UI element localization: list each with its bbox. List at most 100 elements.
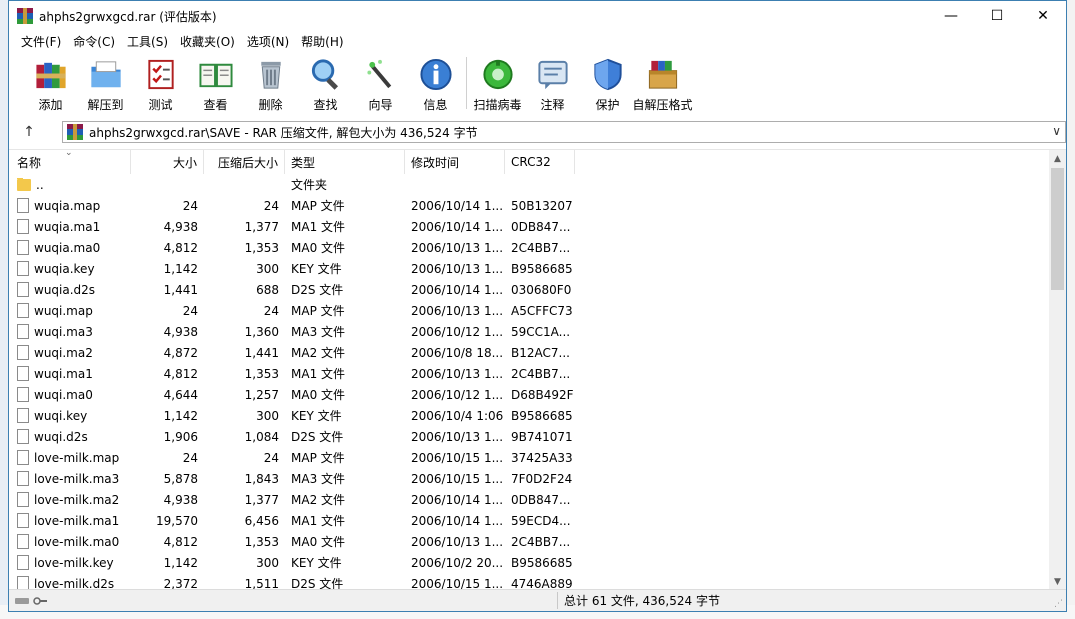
file-size: 4,872 (163, 345, 198, 360)
file-modified: 2006/10/13 1... (411, 366, 504, 381)
add-button[interactable]: 添加 (23, 53, 78, 113)
scroll-down-arrow-icon[interactable]: ▼ (1049, 573, 1066, 589)
view-button[interactable]: 查看 (188, 53, 243, 113)
file-crc32: 4746A889 (511, 576, 573, 590)
file-row[interactable]: wuqi.ma0 4,644 1,257 MA0 文件 2006/10/12 1... D… (9, 384, 1049, 405)
file-size: 1,142 (163, 408, 198, 423)
folder-icon (90, 61, 121, 88)
file-row[interactable]: love-milk.key 1,142 300 KEY 文件 2006/10/2 20.… (9, 552, 1049, 573)
file-row[interactable]: wuqi.map 24 24 MAP 文件 2006/10/13 1... A5CFFC7… (9, 300, 1049, 321)
file-name: .. (36, 177, 44, 192)
extract-to-button[interactable]: 解压到 (78, 53, 133, 113)
file-name: wuqi.ma2 (34, 345, 93, 360)
file-icon (17, 555, 29, 570)
file-icon (17, 387, 29, 402)
file-packed-size: 1,353 (244, 240, 279, 255)
winrar-app-icon[interactable] (17, 8, 33, 24)
file-packed-size: 1,377 (244, 492, 279, 507)
file-row[interactable]: love-milk.d2s 2,372 1,511 D2S 文件 2006/10/15 … (9, 573, 1049, 589)
file-name: wuqi.ma1 (34, 366, 93, 381)
file-list[interactable]: ⌄ 名称 大小 压缩后大小 类型 修改时间 CRC32 .. 文件夹 wuqia.m… (9, 149, 1066, 589)
menu-file[interactable]: 文件(F) (15, 33, 67, 50)
vertical-scrollbar[interactable]: ▲ ▼ (1049, 150, 1066, 589)
up-one-level-button[interactable]: ↑ (9, 119, 49, 145)
file-row[interactable]: love-milk.ma0 4,812 1,353 MA0 文件 2006/10/13 … (9, 531, 1049, 552)
file-row[interactable]: wuqia.ma1 4,938 1,377 MA1 文件 2006/10/14 1...… (9, 216, 1049, 237)
file-row[interactable]: wuqi.ma3 4,938 1,360 MA3 文件 2006/10/12 1... 5… (9, 321, 1049, 342)
find-button[interactable]: 查找 (298, 53, 353, 113)
file-packed-size: 1,441 (244, 345, 279, 360)
file-name: love-milk.ma3 (34, 471, 120, 486)
column-size[interactable]: 大小 (131, 150, 204, 174)
file-rows: .. 文件夹 wuqia.map 24 24 MAP 文件 2006/10/14 1... 5… (9, 174, 1049, 589)
file-name-cell: love-milk.ma0 (9, 534, 131, 549)
file-modified: 2006/10/15 1... (411, 576, 504, 590)
chevron-down-icon[interactable]: ∨ (1052, 124, 1061, 138)
info-label: 信息 (423, 98, 448, 112)
status-summary: 总计 61 文件, 436,524 字节 (564, 594, 720, 608)
menu-options[interactable]: 选项(N) (241, 33, 295, 50)
file-icon (17, 282, 29, 297)
column-packed[interactable]: 压缩后大小 (204, 150, 285, 174)
maximize-button[interactable]: ☐ (974, 1, 1020, 31)
status-separator (557, 592, 558, 609)
comment-button[interactable]: 注释 (525, 53, 580, 113)
file-row[interactable]: wuqi.ma1 4,812 1,353 MA1 文件 2006/10/13 1... 2… (9, 363, 1049, 384)
file-row[interactable]: wuqia.ma0 4,812 1,353 MA0 文件 2006/10/13 1...… (9, 237, 1049, 258)
menu-command[interactable]: 命令(C) (67, 33, 121, 50)
column-type[interactable]: 类型 (285, 150, 405, 174)
sfx-button[interactable]: 自解压格式 (632, 53, 693, 113)
file-row[interactable]: wuqia.key 1,142 300 KEY 文件 2006/10/13 1... B9… (9, 258, 1049, 279)
file-row[interactable]: .. 文件夹 (9, 174, 1049, 195)
menu-help[interactable]: 帮助(H) (295, 33, 349, 50)
test-button[interactable]: 测试 (133, 53, 188, 113)
file-crc32: B9586685 (511, 261, 573, 276)
file-row[interactable]: love-milk.map 24 24 MAP 文件 2006/10/15 1... 37… (9, 447, 1049, 468)
key-icon[interactable] (33, 596, 47, 606)
close-button[interactable]: ✕ (1020, 1, 1066, 31)
file-name-cell: love-milk.ma1 (9, 513, 131, 528)
file-name: love-milk.map (34, 450, 120, 465)
file-size: 4,812 (163, 366, 198, 381)
sfx-label: 自解压格式 (632, 98, 693, 112)
delete-button[interactable]: 删除 (243, 53, 298, 113)
file-row[interactable]: wuqia.d2s 1,441 688 D2S 文件 2006/10/14 1... 03… (9, 279, 1049, 300)
file-name-cell: wuqi.ma2 (9, 345, 131, 360)
column-name[interactable]: ⌄ 名称 (9, 150, 131, 174)
file-type: MAP 文件 (291, 451, 345, 465)
file-size: 24 (182, 303, 198, 318)
file-row[interactable]: wuqi.key 1,142 300 KEY 文件 2006/10/4 1:06 B958… (9, 405, 1049, 426)
checklist-icon (147, 59, 174, 90)
file-row[interactable]: love-milk.ma1 19,570 6,456 MA1 文件 2006/10/14… (9, 510, 1049, 531)
file-modified: 2006/10/8 18... (411, 345, 504, 360)
file-crc32: 2C4BB7... (511, 366, 571, 381)
file-icon (17, 450, 29, 465)
file-row[interactable]: love-milk.ma3 5,878 1,843 MA3 文件 2006/10/15 … (9, 468, 1049, 489)
protect-button[interactable]: 保护 (580, 53, 635, 113)
wizard-button[interactable]: 向导 (353, 53, 408, 113)
file-type: MA0 文件 (291, 535, 346, 549)
file-icon (17, 303, 29, 318)
file-name-cell: wuqia.ma0 (9, 240, 131, 255)
file-crc32: D68B492F (511, 387, 574, 402)
menu-tools[interactable]: 工具(S) (121, 33, 174, 50)
file-row[interactable]: wuqia.map 24 24 MAP 文件 2006/10/14 1... 50B132… (9, 195, 1049, 216)
file-row[interactable]: wuqi.ma2 4,872 1,441 MA2 文件 2006/10/8 18... B… (9, 342, 1049, 363)
column-crc32[interactable]: CRC32 (505, 150, 575, 174)
file-size: 19,570 (156, 513, 198, 528)
column-modified[interactable]: 修改时间 (405, 150, 505, 174)
path-combobox[interactable]: ahphs2grwxgcd.rar\SAVE - RAR 压缩文件, 解包大小为… (62, 121, 1066, 143)
file-modified: 2006/10/13 1... (411, 240, 504, 255)
scroll-up-arrow-icon[interactable]: ▲ (1049, 150, 1066, 167)
file-row[interactable]: love-milk.ma2 4,938 1,377 MA2 文件 2006/10/14 … (9, 489, 1049, 510)
menu-favorites[interactable]: 收藏夹(O) (174, 33, 241, 50)
scan-virus-button[interactable]: 扫描病毒 (470, 53, 525, 113)
file-row[interactable]: wuqi.d2s 1,906 1,084 D2S 文件 2006/10/13 1... 9… (9, 426, 1049, 447)
scroll-thumb[interactable] (1051, 168, 1064, 290)
file-crc32: 2C4BB7... (511, 240, 571, 255)
file-packed-size: 1,360 (244, 324, 279, 339)
minimize-button[interactable]: — (928, 1, 974, 31)
book-icon (198, 63, 233, 88)
info-button[interactable]: 信息 (408, 53, 463, 113)
resize-grip-icon[interactable]: ⋰ (1054, 599, 1063, 609)
